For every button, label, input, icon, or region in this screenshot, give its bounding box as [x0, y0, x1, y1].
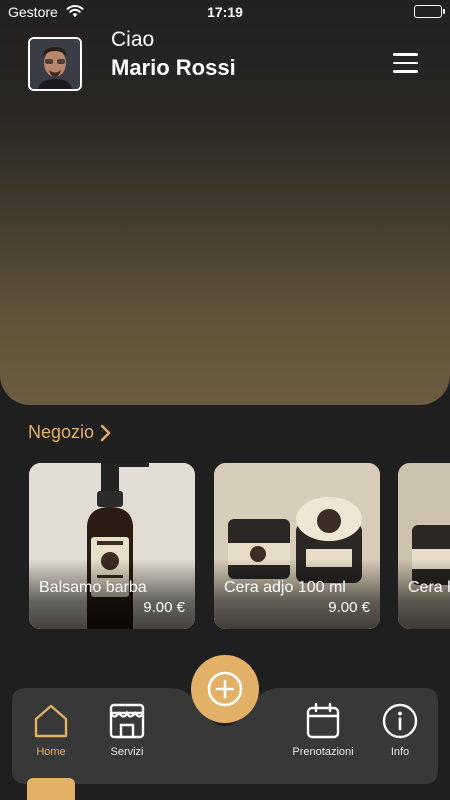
product-price: 9.00 €: [328, 599, 370, 616]
greeting-text: Ciao: [111, 28, 155, 51]
info-icon: [382, 703, 418, 739]
hamburger-menu-icon[interactable]: [393, 53, 419, 75]
nav-prenotazioni-label: Prenotazioni: [292, 746, 354, 758]
product-name: Cera adjo 100 ml: [224, 579, 346, 596]
shop-section-title: Negozio: [28, 422, 95, 442]
product-price: 9.00 €: [143, 599, 185, 616]
nav-info[interactable]: Info: [376, 702, 424, 758]
clock: 17:19: [207, 4, 243, 20]
product-card[interactable]: Cera l: [398, 463, 450, 629]
product-name: Cera l: [408, 579, 450, 596]
user-name: Mario Rossi: [111, 55, 236, 80]
home-icon: [34, 704, 68, 738]
shop-section-link[interactable]: Negozio: [28, 422, 112, 443]
nav-servizi-label: Servizi: [110, 746, 144, 758]
nav-home-label: Home: [36, 746, 66, 758]
active-tab-indicator: [27, 778, 75, 800]
nav-info-label: Info: [390, 746, 410, 758]
user-portrait-icon: [30, 39, 80, 89]
nav-home[interactable]: Home: [27, 702, 75, 758]
product-card[interactable]: Balsamo barba 9.00 €: [29, 463, 195, 629]
nav-prenotazioni[interactable]: Prenotazioni: [288, 702, 358, 758]
product-carousel[interactable]: Balsamo barba 9.00 € Cera adjo 100 ml 9.…: [0, 463, 450, 629]
nav-servizi[interactable]: Servizi: [103, 702, 151, 758]
product-card[interactable]: Cera adjo 100 ml 9.00 €: [214, 463, 380, 629]
avatar[interactable]: [28, 37, 82, 91]
status-bar: Gestore 17:19: [0, 0, 450, 26]
add-button[interactable]: [191, 655, 259, 723]
chevron-right-icon: [100, 424, 111, 441]
product-name: Balsamo barba: [39, 579, 147, 596]
calendar-icon: [306, 702, 340, 739]
shop-icon: [109, 703, 145, 739]
battery-icon: [414, 5, 445, 18]
plus-circle-icon: [207, 671, 243, 707]
